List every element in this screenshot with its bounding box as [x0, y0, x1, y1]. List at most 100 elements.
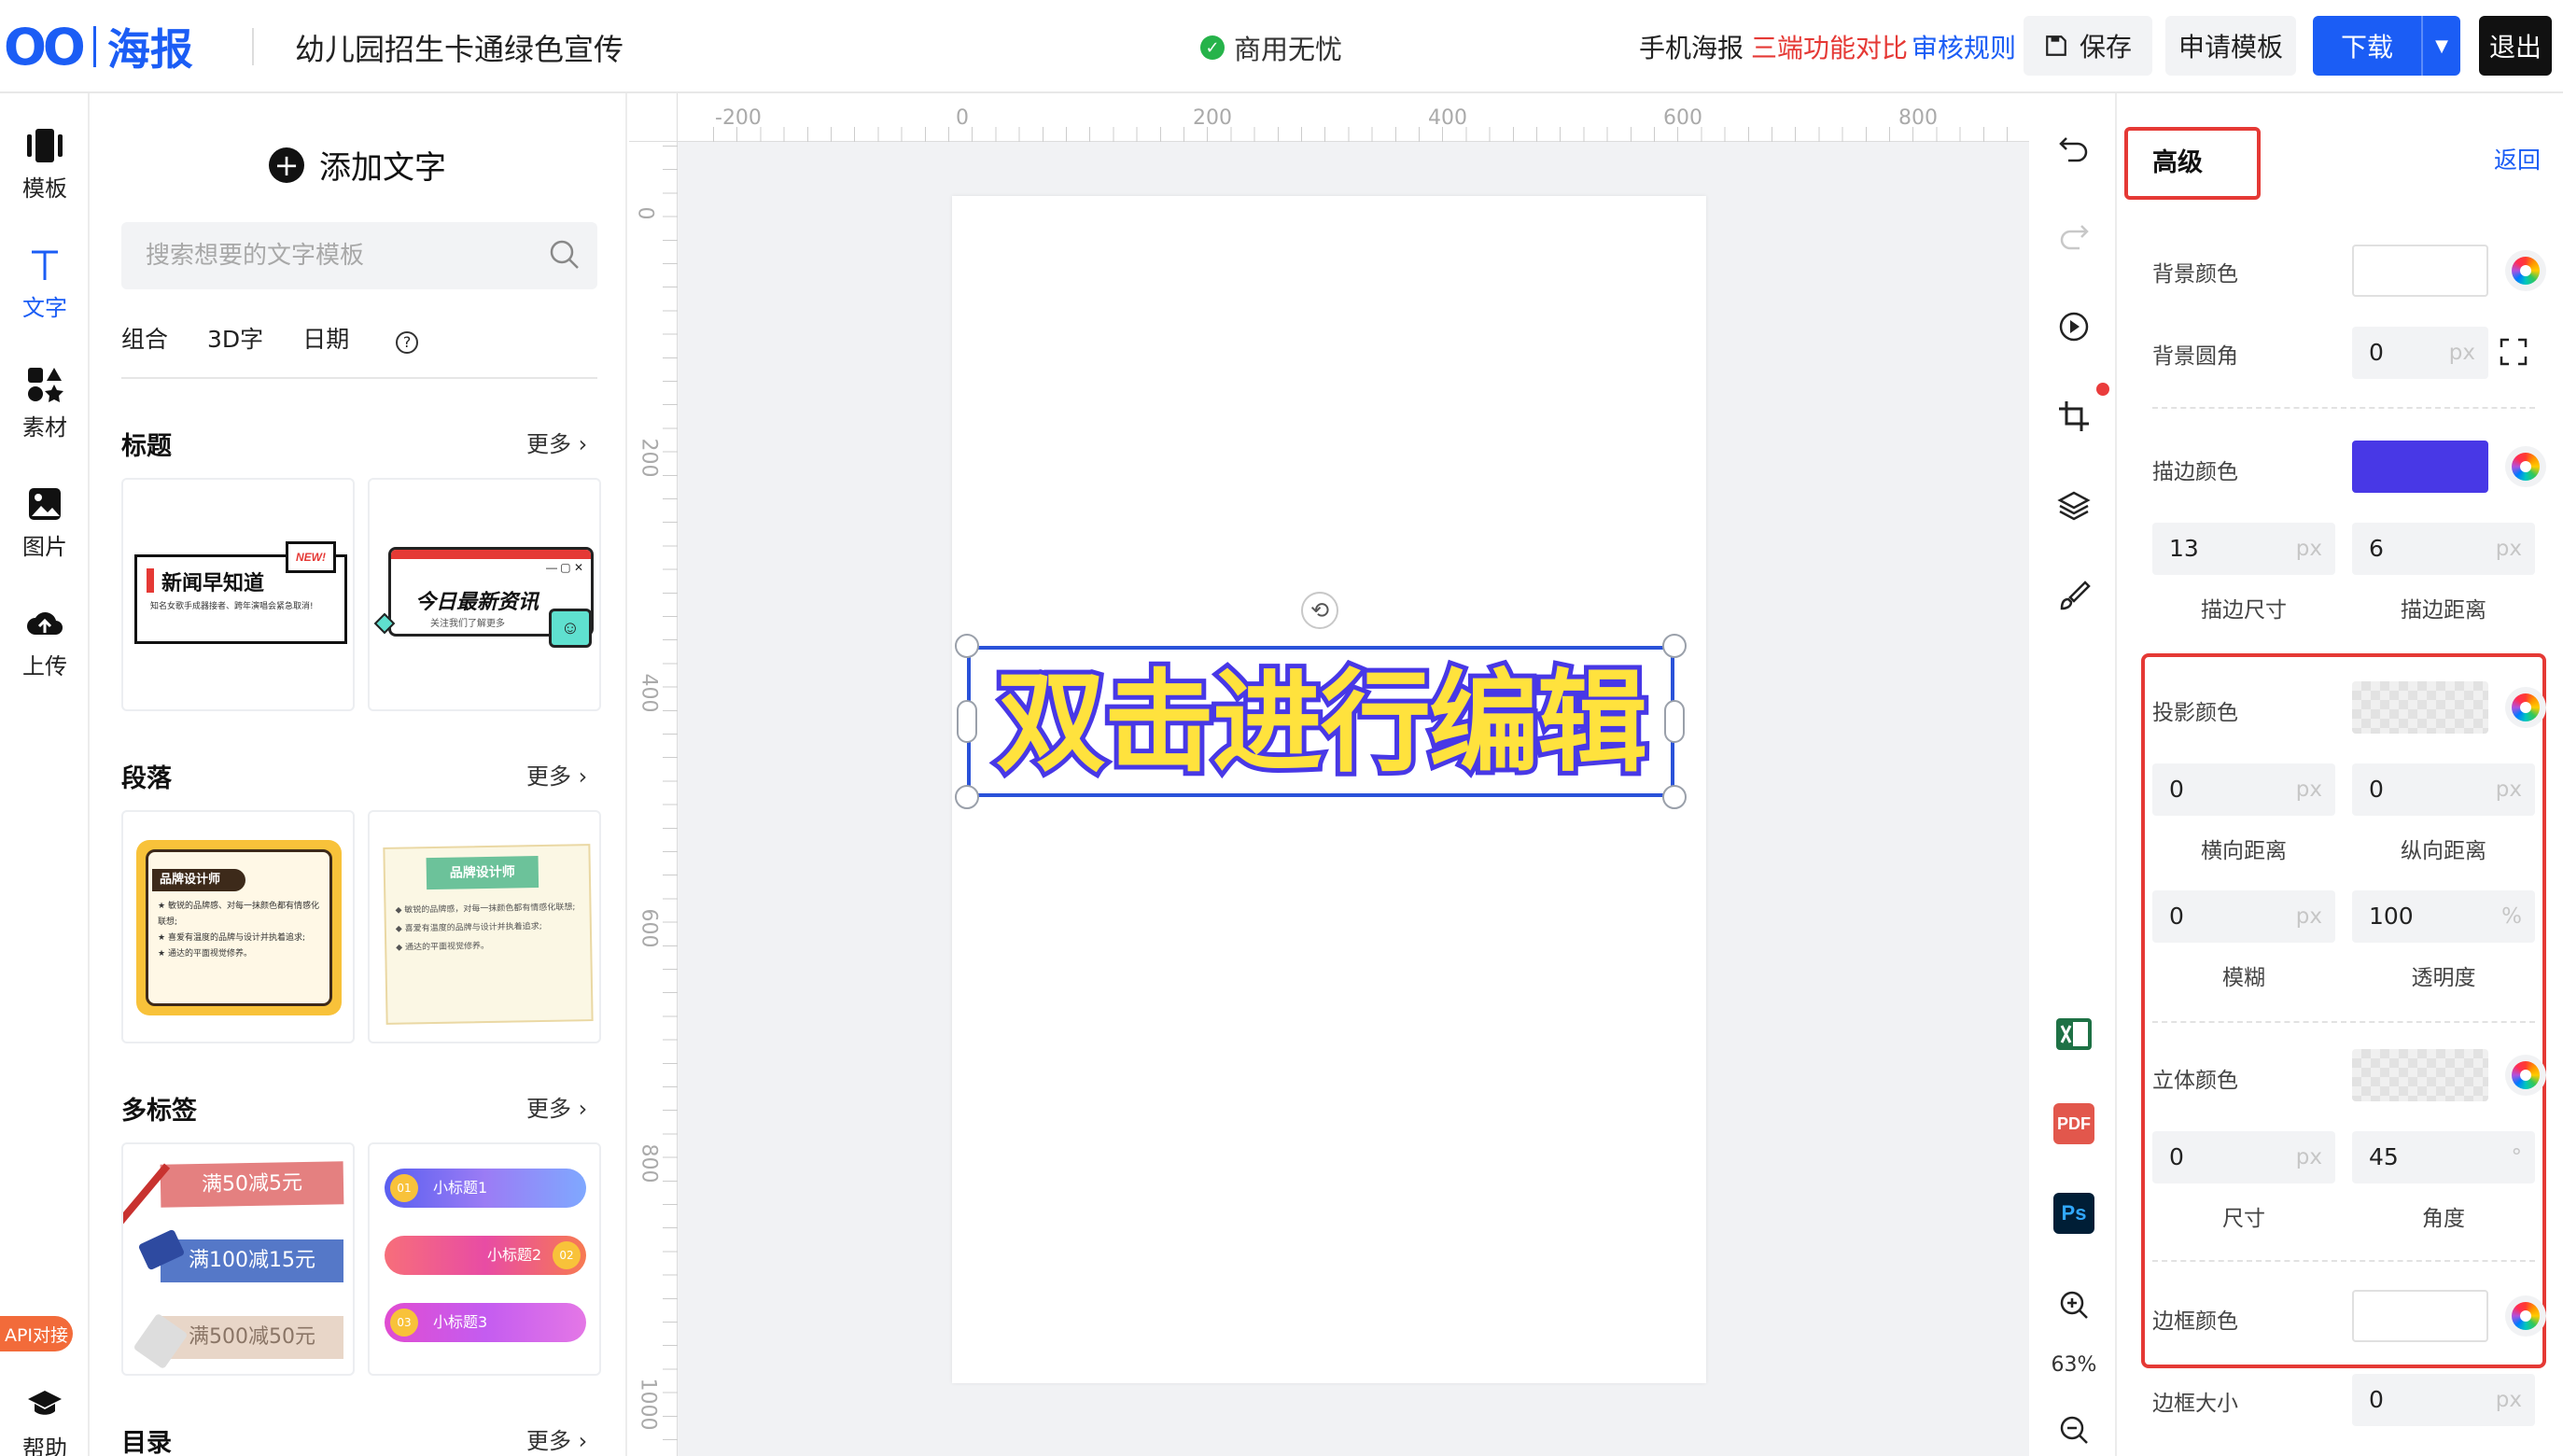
- blur-input[interactable]: 0 px: [2152, 890, 2335, 943]
- rotate-icon[interactable]: ⟲: [1301, 592, 1338, 629]
- document-title[interactable]: 幼儿园招生卡通绿色宣传: [295, 26, 623, 69]
- search-input[interactable]: [121, 222, 597, 289]
- template-card-brand-yellow[interactable]: 品牌设计师 ★ 敏锐的品牌感、对每一抹颜色都有情感化联想; ★ 喜爱有温度的品牌…: [121, 810, 355, 1043]
- ruler-label: 200: [637, 438, 661, 478]
- resize-handle-left[interactable]: [957, 700, 977, 743]
- shadow-y-input[interactable]: 0 px: [2352, 763, 2535, 816]
- undo-icon[interactable]: [2053, 129, 2094, 170]
- stroke-size-input[interactable]: 13 px: [2152, 523, 2335, 575]
- template-card-today[interactable]: — ▢ ✕ 今日最新资讯 关注我们了解更多 ☺: [368, 478, 601, 711]
- more-link-toc[interactable]: 更多 ›: [526, 1422, 587, 1455]
- solid-angle-value: 45: [2369, 1143, 2399, 1170]
- selected-text-element[interactable]: 双击进行编辑: [976, 653, 1665, 791]
- compare-link[interactable]: 三端功能对比: [1751, 28, 1908, 65]
- pill-number: 01: [390, 1174, 418, 1202]
- play-icon[interactable]: [2053, 306, 2094, 347]
- add-text-label: 添加文字: [319, 149, 446, 187]
- pill-3: 03 小标题3: [385, 1303, 586, 1342]
- opacity-value: 100: [2369, 903, 2414, 930]
- solid-angle-input[interactable]: 45 °: [2352, 1131, 2535, 1183]
- text-panel: + 添加文字 组合 3D字 日期 ? 标题 更多 › 新闻早知道 知名女歌手成器…: [91, 93, 627, 1456]
- exit-button[interactable]: 退出: [2479, 16, 2552, 76]
- rail-label: 上传: [22, 653, 67, 679]
- more-link-multi-tag[interactable]: 更多 ›: [526, 1090, 587, 1123]
- redo-icon[interactable]: [2053, 217, 2094, 258]
- commercial-label: 商用无忧: [1234, 34, 1343, 65]
- rail-item-elements[interactable]: 素材: [0, 366, 90, 441]
- zoom-out-icon[interactable]: [2053, 1409, 2094, 1450]
- mobile-poster-link[interactable]: 手机海报: [1639, 28, 1744, 65]
- template-card-pills[interactable]: 01 小标题1 小标题2 02 03 小标题3: [368, 1142, 601, 1376]
- tab-3d[interactable]: 3D字: [207, 321, 263, 355]
- expand-corners-icon[interactable]: [2500, 338, 2533, 368]
- rail-label: 素材: [22, 414, 67, 441]
- tab-combo[interactable]: 组合: [121, 321, 168, 355]
- rail-item-help[interactable]: 帮助: [0, 1387, 90, 1456]
- stroke-color-swatch[interactable]: [2352, 441, 2488, 493]
- solid-color-swatch[interactable]: [2352, 1049, 2488, 1101]
- color-wheel-icon[interactable]: [2505, 1055, 2546, 1096]
- resize-handle-bottom-left[interactable]: [955, 785, 979, 809]
- template-card-price-tags[interactable]: 满50减5元 满100减15元 满500减50元: [121, 1142, 355, 1376]
- border-size-input[interactable]: 0 px: [2352, 1374, 2535, 1426]
- shadow-color-label: 投影颜色: [2152, 701, 2238, 725]
- excel-icon[interactable]: [2053, 1014, 2094, 1055]
- resize-handle-right[interactable]: [1664, 700, 1685, 743]
- search-icon[interactable]: [549, 239, 581, 271]
- bg-radius-input[interactable]: 0 px: [2352, 327, 2488, 379]
- tab-date[interactable]: 日期 ?: [302, 321, 457, 355]
- resize-handle-top-right[interactable]: [1662, 634, 1687, 658]
- template-card-news[interactable]: 新闻早知道 知名女歌手成器接者、跨年演唱会紧急取消! NEW!: [121, 478, 355, 711]
- zoom-in-icon[interactable]: [2053, 1284, 2094, 1325]
- shadow-color-swatch[interactable]: [2352, 681, 2488, 734]
- opacity-input[interactable]: 100%: [2352, 890, 2535, 943]
- bg-color-swatch[interactable]: [2352, 245, 2488, 297]
- stroke-size-value: 13: [2169, 535, 2199, 562]
- save-button[interactable]: 保存: [2024, 16, 2152, 76]
- back-link[interactable]: 返回: [2494, 142, 2541, 175]
- more-link-paragraph[interactable]: 更多 ›: [526, 758, 587, 791]
- today-sub: 关注我们了解更多: [430, 619, 505, 629]
- color-wheel-icon[interactable]: [2505, 687, 2546, 728]
- ps-icon[interactable]: Ps: [2053, 1193, 2094, 1234]
- stroke-offset-input[interactable]: 6 px: [2352, 523, 2535, 575]
- color-wheel-icon[interactable]: [2505, 446, 2546, 487]
- apply-template-button[interactable]: 申请模板: [2165, 16, 2296, 76]
- rail-item-text[interactable]: 文字: [0, 246, 90, 322]
- template-card-brand-green[interactable]: 品牌设计师 ◆ 敏锐的品牌感，对每一抹颜色都有情感化联想; ◆ 喜爱有温度的品牌…: [368, 810, 601, 1043]
- ruler-ticks: [713, 127, 2029, 142]
- review-rules-link[interactable]: 审核规则: [1912, 28, 2016, 65]
- border-color-swatch[interactable]: [2352, 1290, 2488, 1342]
- shadow-x-input[interactable]: 0 px: [2152, 763, 2335, 816]
- color-wheel-icon[interactable]: [2505, 250, 2546, 291]
- unit-degree: °: [2511, 1145, 2523, 1169]
- resize-handle-bottom-right[interactable]: [1662, 785, 1687, 809]
- rail-item-image[interactable]: 图片: [0, 485, 90, 561]
- crop-icon[interactable]: [2053, 396, 2094, 437]
- rail-item-template[interactable]: 模板: [0, 127, 90, 203]
- resize-handle-top-left[interactable]: [955, 634, 979, 658]
- brand1-line: 通达的平面视觉修养。: [167, 949, 252, 959]
- upload-icon: [0, 605, 90, 642]
- solid-size-input[interactable]: 0 px: [2152, 1131, 2335, 1183]
- tab-date-label: 日期: [302, 326, 350, 353]
- brand[interactable]: OO 海报: [4, 18, 193, 77]
- unit-px: px: [2295, 1145, 2322, 1169]
- ruler-label: 600: [637, 908, 661, 948]
- api-badge[interactable]: API对接: [0, 1316, 73, 1351]
- add-text-button[interactable]: + 添加文字: [269, 142, 446, 188]
- download-button[interactable]: 下载: [2313, 16, 2421, 76]
- layers-icon[interactable]: [2053, 485, 2094, 526]
- bg-radius-value: 0: [2369, 339, 2384, 366]
- brand1-lines: ★ 敏锐的品牌感、对每一抹颜色都有情感化联想; ★ 喜爱有温度的品牌与设计并执着…: [158, 899, 326, 962]
- download-dropdown-button[interactable]: ▼: [2421, 16, 2460, 76]
- rail-item-upload[interactable]: 上传: [0, 605, 90, 680]
- canvas-stage[interactable]: -200 0 200 400 600 800 0 200 400 600 800…: [629, 93, 2029, 1456]
- pdf-icon[interactable]: PDF: [2053, 1103, 2094, 1144]
- brush-icon[interactable]: [2053, 575, 2094, 616]
- chevron-right-icon: ›: [578, 431, 588, 457]
- divider: [2152, 1260, 2535, 1262]
- more-link-heading[interactable]: 更多 ›: [526, 426, 587, 458]
- brand-name: 海报: [106, 24, 193, 75]
- color-wheel-icon[interactable]: [2505, 1295, 2546, 1337]
